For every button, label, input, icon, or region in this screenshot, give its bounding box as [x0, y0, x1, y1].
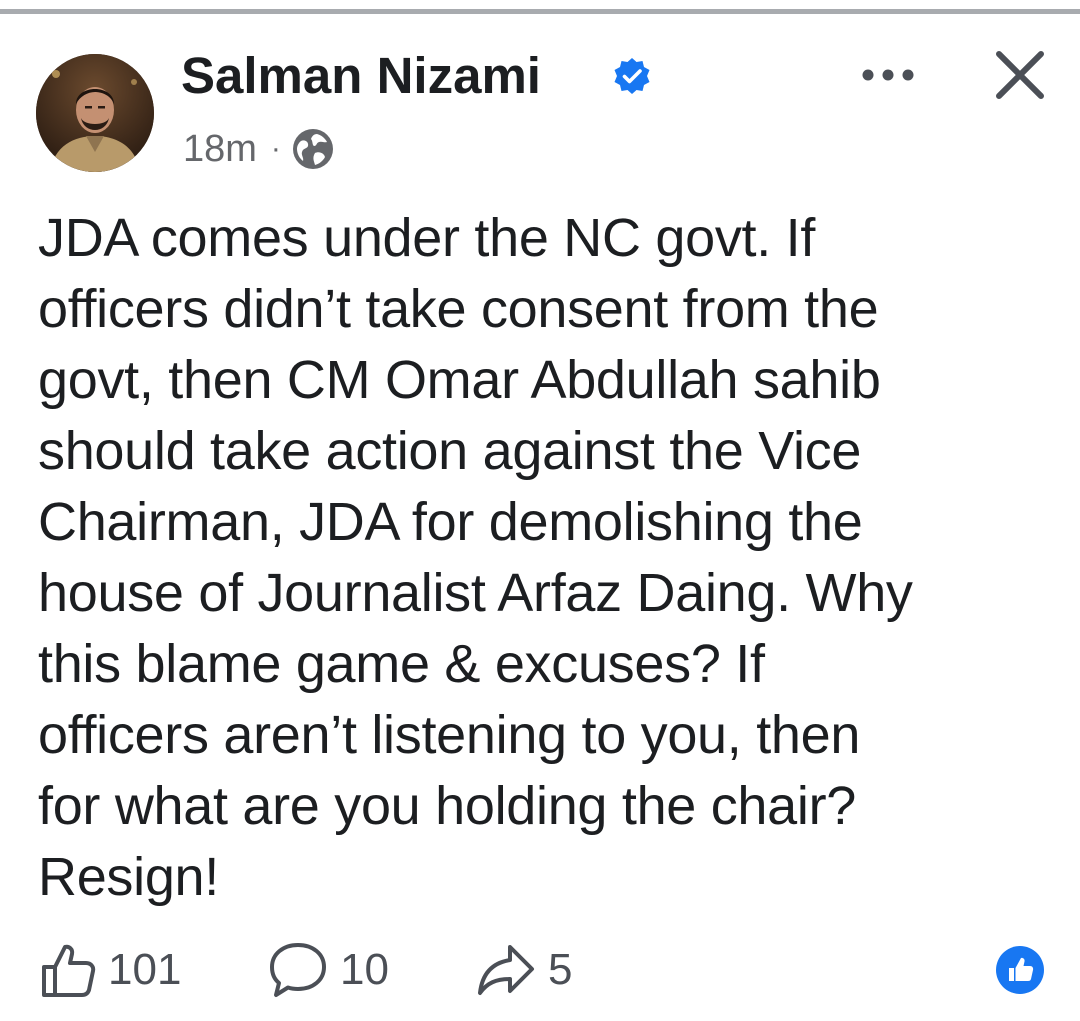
comment-button[interactable]: 10: [266, 939, 474, 1001]
comment-icon: [270, 943, 326, 997]
post-body: JDA comes under the NC govt. If officers…: [38, 208, 913, 907]
meta-separator: ·: [270, 132, 281, 165]
thumbs-up-icon: [42, 944, 96, 997]
post-actions: 101 10 5: [36, 938, 572, 1002]
share-count: 5: [548, 945, 573, 994]
comment-count: 10: [340, 945, 389, 994]
globe-icon[interactable]: [291, 127, 335, 171]
more-options-icon[interactable]: [858, 60, 918, 90]
verified-badge-icon: [614, 58, 650, 94]
author-name[interactable]: Salman Nizami: [181, 46, 541, 106]
like-reaction-icon: [996, 946, 1044, 994]
post-card: Salman Nizami 18m · JDA comes under the …: [0, 0, 1080, 1021]
avatar[interactable]: [36, 54, 154, 172]
share-button[interactable]: 5: [474, 939, 572, 1001]
top-divider: [0, 9, 1080, 14]
like-count: 101: [108, 945, 182, 994]
like-button[interactable]: 101: [36, 939, 266, 1001]
post-meta: 18m ·: [183, 124, 335, 174]
post-time[interactable]: 18m: [183, 128, 257, 171]
share-icon: [478, 945, 534, 995]
close-icon[interactable]: [993, 48, 1047, 102]
